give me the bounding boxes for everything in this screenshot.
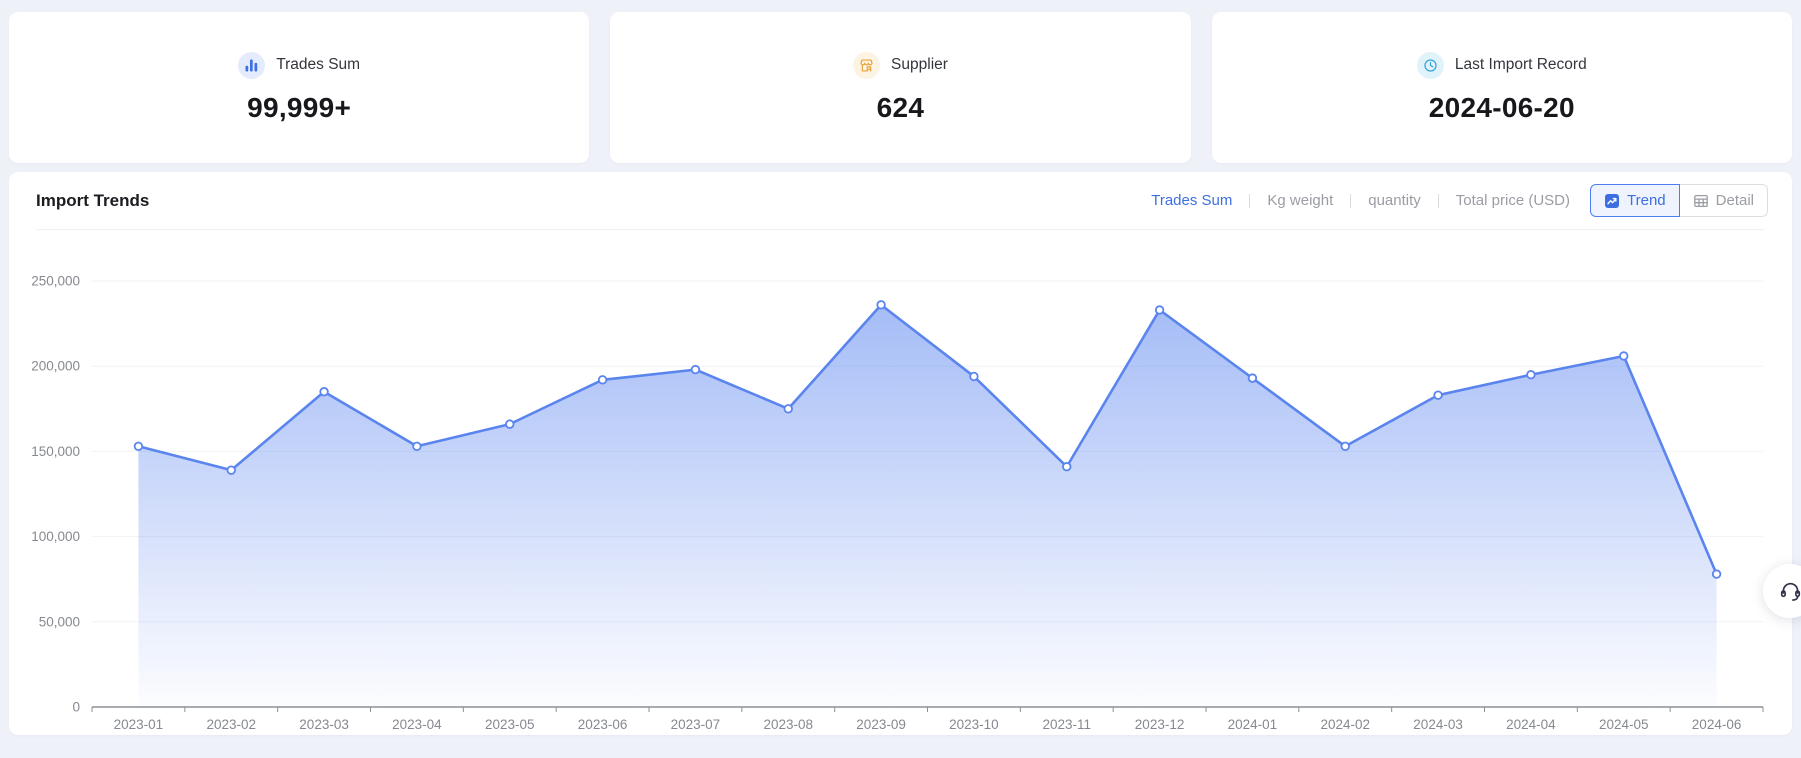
stat-label: Last Import Record <box>1455 56 1587 74</box>
y-axis-label: 200,000 <box>31 359 80 374</box>
data-point-marker[interactable] <box>135 442 143 450</box>
x-axis-label: 2023-02 <box>206 717 256 732</box>
x-axis-label: 2023-04 <box>392 717 442 732</box>
data-point-marker[interactable] <box>599 376 607 384</box>
clock-icon <box>1417 52 1444 79</box>
stat-value: 624 <box>877 92 925 124</box>
data-point-marker[interactable] <box>1713 570 1721 578</box>
data-point-marker[interactable] <box>506 420 514 428</box>
x-axis-label: 2024-03 <box>1413 717 1463 732</box>
data-point-marker[interactable] <box>1341 442 1349 450</box>
x-axis-label: 2023-11 <box>1042 717 1091 732</box>
data-point-marker[interactable] <box>1156 306 1164 314</box>
x-axis-label: 2023-08 <box>763 717 813 732</box>
x-axis-label: 2023-07 <box>671 717 721 732</box>
data-point-marker[interactable] <box>413 442 421 450</box>
data-point-marker[interactable] <box>877 301 885 309</box>
x-axis-label: 2024-04 <box>1506 717 1556 732</box>
x-axis-label: 2023-10 <box>949 717 999 732</box>
data-point-marker[interactable] <box>1620 352 1628 360</box>
x-axis-label: 2024-02 <box>1320 717 1370 732</box>
stat-cards-row: Trades Sum 99,999+ Supplier 624 <box>9 12 1792 163</box>
stat-value: 99,999+ <box>247 92 351 124</box>
x-axis-label: 2023-09 <box>856 717 906 732</box>
x-axis-label: 2024-06 <box>1692 717 1742 732</box>
data-point-marker[interactable] <box>1434 391 1442 399</box>
y-axis-label: 150,000 <box>31 444 80 459</box>
import-trends-panel: Import Trends Trades Sum Kg weight quant… <box>9 172 1792 735</box>
x-axis-label: 2023-06 <box>578 717 628 732</box>
stat-value: 2024-06-20 <box>1429 92 1575 124</box>
area-fill <box>138 305 1716 707</box>
data-point-marker[interactable] <box>227 466 235 474</box>
headset-icon <box>1778 579 1801 604</box>
y-axis-label: 50,000 <box>39 614 80 629</box>
x-axis-label: 2023-03 <box>299 717 349 732</box>
data-point-marker[interactable] <box>1063 463 1071 471</box>
data-point-marker[interactable] <box>784 405 792 413</box>
data-point-marker[interactable] <box>320 388 328 396</box>
y-axis-label: 0 <box>72 700 80 715</box>
data-point-marker[interactable] <box>970 373 978 381</box>
stat-label: Supplier <box>891 56 948 74</box>
x-axis-label: 2023-05 <box>485 717 535 732</box>
storefront-icon <box>853 52 880 79</box>
bar-chart-icon <box>238 52 265 79</box>
y-axis-label: 250,000 <box>31 274 80 289</box>
data-point-marker[interactable] <box>692 366 700 374</box>
x-axis-label: 2023-01 <box>114 717 164 732</box>
data-point-marker[interactable] <box>1527 371 1535 379</box>
data-point-marker[interactable] <box>1249 374 1257 382</box>
x-axis-label: 2024-05 <box>1599 717 1649 732</box>
trend-area-chart[interactable]: 0 50,000 100,000 150,000 200,000 250,000 2023-… <box>9 172 1792 735</box>
x-axis-label: 2024-01 <box>1228 717 1278 732</box>
stat-card-supplier: Supplier 624 <box>610 12 1190 163</box>
y-axis-label: 100,000 <box>31 529 80 544</box>
stat-label: Trades Sum <box>276 56 360 74</box>
stat-card-trades-sum: Trades Sum 99,999+ <box>9 12 589 163</box>
x-axis-label: 2023-12 <box>1135 717 1185 732</box>
stat-card-last-import: Last Import Record 2024-06-20 <box>1212 12 1792 163</box>
